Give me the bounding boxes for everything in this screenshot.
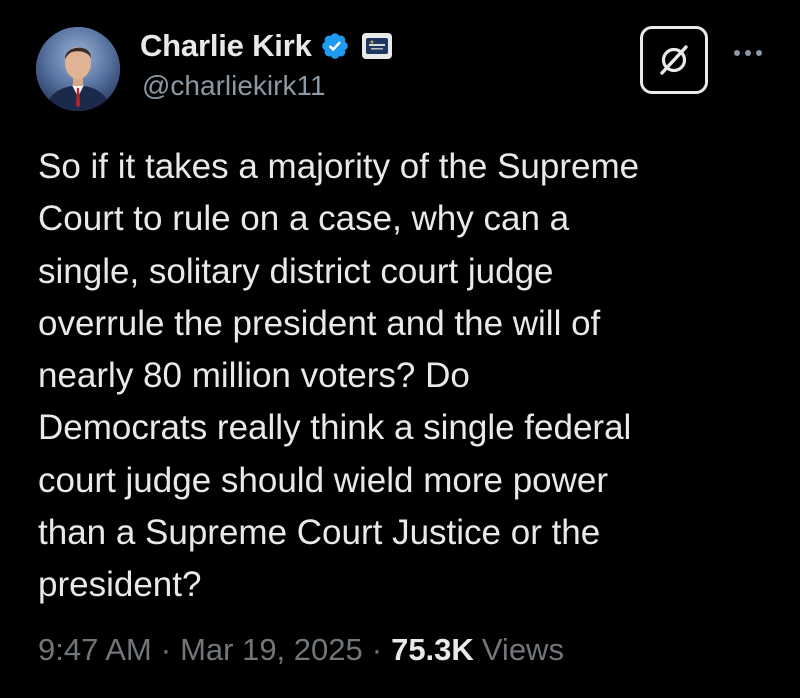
grok-button[interactable]	[640, 26, 708, 94]
avatar-portrait-icon	[36, 27, 120, 111]
tweet-text-line: nearly 80 million voters? Do	[38, 356, 470, 396]
tweet-text-line: Court to rule on a case, why can a	[38, 199, 570, 239]
views-label: Views	[481, 632, 564, 667]
tweet-text-line: So if it takes a majority of the Supreme	[38, 147, 640, 186]
author-avatar[interactable]	[36, 27, 120, 111]
organization-badge-icon[interactable]	[361, 33, 392, 59]
grok-icon	[660, 45, 688, 75]
tweet-card: Charlie Kirk @charliekirk11 So if it tak…	[0, 0, 800, 698]
tweet-time[interactable]: 9:47 AM	[38, 632, 152, 668]
more-options-icon[interactable]	[726, 38, 770, 68]
tweet-text-line: than a Supreme Court Justice or the	[38, 513, 601, 553]
author-name-row: Charlie Kirk	[140, 28, 392, 64]
verified-badge-icon[interactable]	[320, 31, 350, 61]
tweet-text-line: single, solitary district court judge	[38, 251, 554, 291]
tweet-text-line: overrule the president and the will of	[38, 303, 601, 343]
more-dot	[756, 50, 762, 56]
author-handle[interactable]: @charliekirk11	[142, 70, 326, 102]
views-count[interactable]: 75.3K	[391, 632, 474, 668]
more-dot	[745, 50, 751, 56]
tweet-text-line: court judge should wield more power	[38, 460, 609, 500]
meta-separator: ·	[371, 632, 383, 667]
more-dot	[734, 50, 740, 56]
tweet-text-line: president?	[38, 565, 202, 605]
tweet-text: So if it takes a majority of the Supreme…	[38, 141, 778, 612]
meta-separator: ·	[160, 632, 172, 667]
tweet-text-line: Democrats really think a single federal	[38, 408, 632, 448]
tweet-meta-row: 9:47 AM · Mar 19, 2025 · 75.3K Views	[38, 630, 564, 670]
tweet-date[interactable]: Mar 19, 2025	[180, 632, 363, 668]
author-display-name[interactable]: Charlie Kirk	[140, 28, 312, 64]
